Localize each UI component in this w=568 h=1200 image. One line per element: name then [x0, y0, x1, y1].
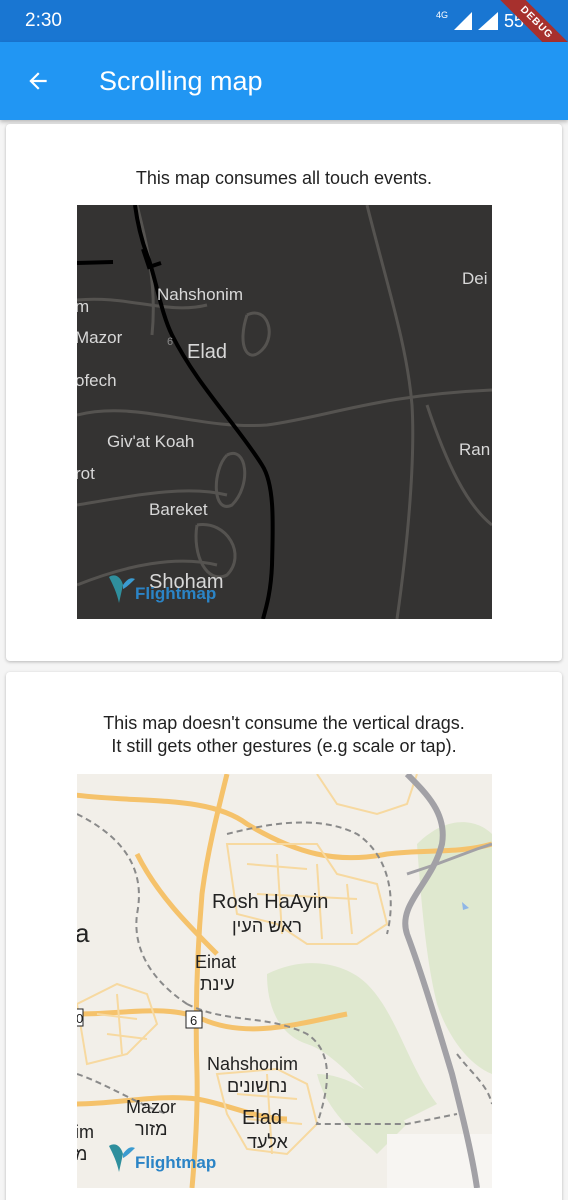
status-bar: 2:30 4G 55% DEBUG: [0, 0, 568, 72]
touch-map-card: This map consumes all touch events. Nahs…: [6, 124, 562, 661]
map-label: ראש העין: [232, 916, 302, 936]
map-label: אלעד: [247, 1132, 288, 1152]
map-label: נחשונים: [227, 1076, 287, 1096]
back-button[interactable]: [14, 57, 62, 105]
map-label: מזור: [135, 1119, 167, 1139]
card-description-line2: It still gets other gestures (e.g scale …: [111, 736, 457, 756]
map-label: Einat: [195, 952, 236, 972]
map-attribution: Flightmap: [135, 584, 216, 603]
map-label: 6: [167, 336, 173, 348]
map-label: a: [77, 918, 90, 948]
network-type: 4G: [435, 10, 448, 20]
app-bar: Scrolling map: [0, 42, 568, 120]
map-label: Ran: [459, 440, 490, 459]
scroll-map-card: This map doesn't consume the vertical dr…: [6, 672, 562, 1200]
map-label: rot: [77, 464, 95, 483]
page-title: Scrolling map: [99, 66, 263, 96]
map-label: Giv'at Koah: [107, 432, 194, 451]
card-description-line1: This map doesn't consume the vertical dr…: [103, 713, 465, 733]
map-label: עינת: [200, 974, 235, 994]
map-label: Dei: [462, 269, 488, 288]
status-time: 2:30: [25, 10, 62, 31]
map-label: Bareket: [149, 500, 208, 519]
map-label: מ: [77, 1144, 87, 1164]
signal-icon: [453, 12, 472, 30]
card-description: This map consumes all touch events.: [135, 168, 433, 188]
back-arrow-icon: [29, 72, 47, 90]
map-label: Mazor: [77, 328, 123, 347]
map-label: Nahshonim: [157, 285, 243, 304]
map-label: 0: [77, 1011, 83, 1026]
map-attribution: Flightmap: [135, 1153, 216, 1172]
map-label: Elad: [187, 341, 227, 363]
wifi-signal-icon: [477, 12, 498, 30]
map-label: Rosh HaAyin: [212, 891, 328, 913]
map-label: ofech: [77, 371, 117, 390]
light-map[interactable]: Rosh HaAyin ראש העין Einat עינת Nahshoni…: [77, 774, 492, 1188]
map-label: Elad: [242, 1107, 282, 1129]
dark-map[interactable]: Nahshonim Elad Mazor ofech Giv'at Koah r…: [77, 205, 492, 619]
card-description: This map doesn't consume the vertical dr…: [6, 712, 562, 758]
map-label: 6: [190, 1013, 197, 1028]
map-label: im: [77, 1122, 94, 1142]
map-label: m: [77, 297, 89, 316]
map-label: Mazor: [126, 1097, 176, 1117]
map-label: Nahshonim: [207, 1054, 298, 1074]
